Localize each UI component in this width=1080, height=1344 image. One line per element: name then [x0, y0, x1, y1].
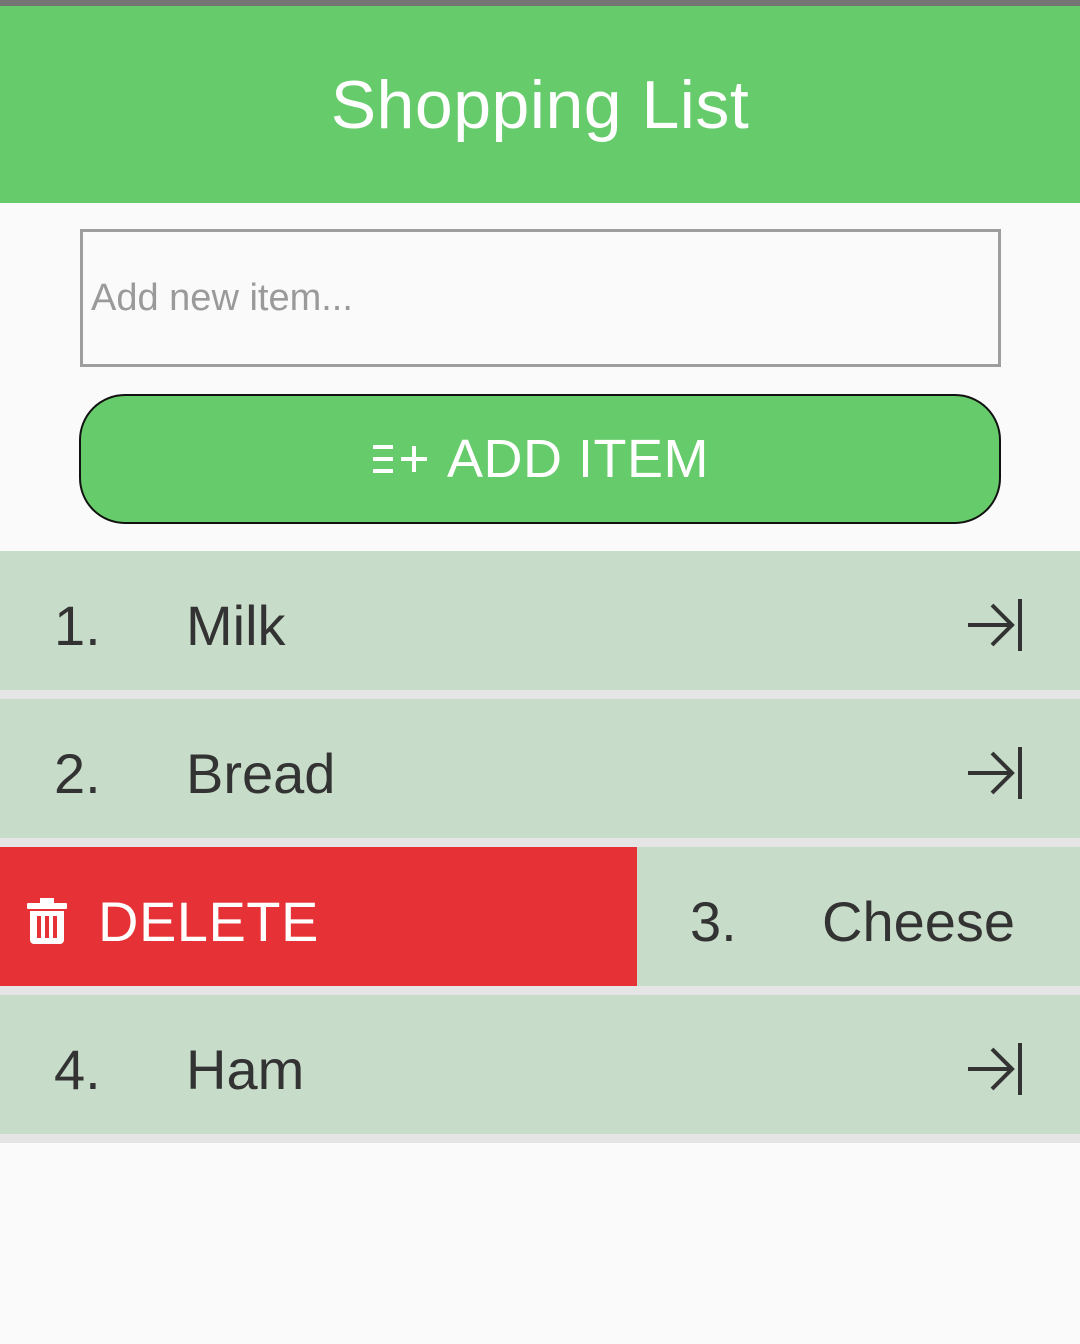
item-number: 1.	[54, 593, 101, 657]
item-number: 4.	[54, 1037, 101, 1101]
app-header: Shopping List	[0, 6, 1080, 203]
add-item-button[interactable]: ADD ITEM	[79, 394, 1001, 524]
item-label: Ham	[186, 1037, 305, 1101]
add-item-button-label: ADD ITEM	[446, 429, 709, 489]
arrow-right-to-bar-icon[interactable]	[966, 599, 1024, 651]
arrow-right-to-bar-icon[interactable]	[966, 1043, 1024, 1095]
item-label: Milk	[186, 593, 286, 657]
list-item-swiped[interactable]: DELETE 3. Cheese	[0, 847, 1080, 995]
shopping-list: 1. Milk 2. Bread DELETE 3. Cheese 4. Ham	[0, 551, 1080, 1143]
trash-icon	[27, 898, 67, 944]
arrow-right-to-bar-icon[interactable]	[966, 747, 1024, 799]
page-title: Shopping List	[330, 66, 750, 143]
item-number: 2.	[54, 741, 101, 805]
delete-button[interactable]: DELETE	[0, 847, 637, 986]
delete-label: DELETE	[98, 889, 319, 953]
item-label: Cheese	[822, 889, 1016, 953]
list-item[interactable]: 1. Milk	[0, 551, 1080, 699]
new-item-input[interactable]	[91, 276, 998, 320]
add-item-form: ADD ITEM	[0, 203, 1080, 551]
list-item[interactable]: 4. Ham	[0, 995, 1080, 1143]
item-number: 3.	[690, 889, 737, 953]
item-label: Bread	[186, 741, 336, 805]
new-item-field[interactable]	[80, 229, 1001, 367]
playlist-add-icon	[372, 445, 427, 473]
list-item[interactable]: 2. Bread	[0, 699, 1080, 847]
